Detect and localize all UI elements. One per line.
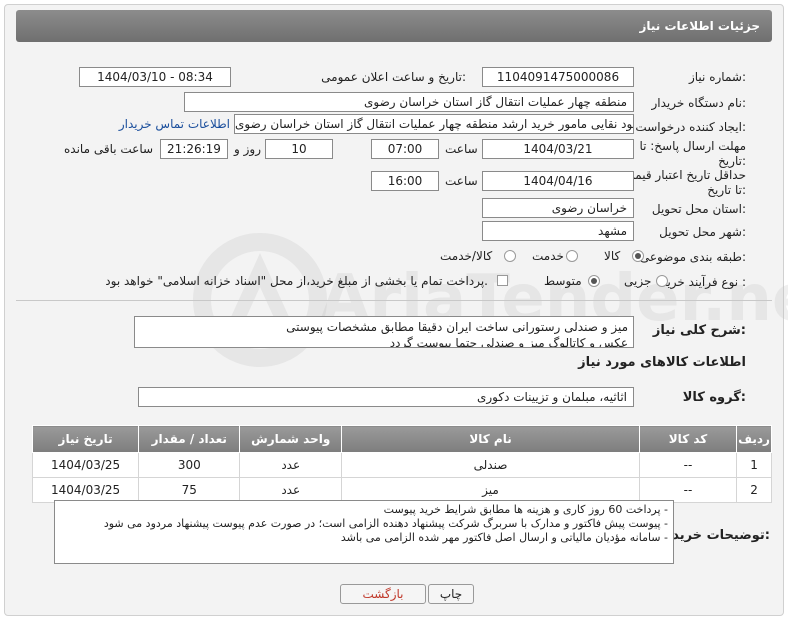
requester-field: محمود نقایی مامور خرید ارشد منطقه چهار ع… [234, 114, 634, 134]
col-header-date: تاریخ نیاز [31, 425, 140, 453]
process-option-medium: متوسط [544, 274, 582, 288]
description-label: شرح کلی نیاز: [652, 323, 746, 338]
buyer-notes-line-1: - پرداخت 60 روز کاری و هزینه ها مطابق شر… [383, 503, 668, 516]
back-button[interactable]: بازگشت [340, 584, 426, 604]
buyer-org-field: منطقه چهار عملیات انتقال گاز استان خراسا… [184, 92, 634, 112]
days-field: 10 [265, 139, 333, 159]
cell-qty: 300 [138, 452, 241, 478]
col-header-qty: تعداد / مقدار [138, 425, 241, 453]
announce-label: تاریخ و ساعت اعلان عمومی: [321, 70, 466, 84]
print-button[interactable]: چاپ [428, 584, 474, 604]
buyer-notes-line-2: - پیوست پیش فاکتور و مدارک با سربرگ شرکت… [103, 517, 668, 530]
payment-note: پرداخت تمام یا بخشی از مبلغ خرید،از محل … [105, 274, 488, 288]
buyer-notes-label: توضیحات خریدار: [660, 528, 770, 543]
table-row: 2 -- میز عدد 75 1404/03/25 [31, 477, 772, 503]
requester-label: ایجاد کننده درخواست: [635, 120, 746, 134]
description-textarea[interactable]: میز و صندلی رستورانی ساخت ایران دقیقا مط… [134, 316, 634, 348]
table-header-row: ردیف کد کالا نام کالا واحد شمارش تعداد /… [31, 425, 772, 453]
contact-info-link[interactable]: اطلاعات تماس خریدار [119, 117, 230, 131]
validity-time-label: ساعت [445, 174, 478, 188]
col-header-unit: واحد شمارش [239, 425, 343, 453]
goods-section-title: اطلاعات کالاهای مورد نیاز [578, 355, 746, 370]
cell-row: 2 [736, 477, 772, 503]
col-header-code: کد کالا [638, 425, 738, 453]
validity-time-field: 16:00 [371, 171, 439, 191]
deadline-time-field: 07:00 [371, 139, 439, 159]
col-header-name: نام کالا [341, 425, 640, 453]
process-label: نوع فرآیند خرید : [661, 275, 746, 289]
buyer-org-label: نام دستگاه خریدار: [651, 96, 747, 110]
announce-field: 1404/03/10 - 08:34 [79, 67, 231, 87]
buyer-notes-line-3: - سامانه مؤدیان مالیاتی و ارسال اصل فاکت… [340, 531, 668, 544]
process-radio-minor[interactable] [656, 275, 668, 287]
cell-code: -- [638, 477, 738, 503]
need-number-field: 1104091475000086 [482, 67, 634, 87]
buyer-notes-textarea[interactable]: - پرداخت 60 روز کاری و هزینه ها مطابق شر… [54, 500, 674, 564]
divider [16, 300, 772, 301]
col-header-row: ردیف [736, 425, 772, 453]
table-row: 1 -- صندلی عدد 300 1404/03/25 [31, 452, 772, 478]
goods-table: ردیف کد کالا نام کالا واحد شمارش تعداد /… [31, 425, 772, 503]
category-option-both: کالا/خدمت [440, 249, 493, 263]
cell-name: میز [341, 477, 640, 503]
goods-group-field: اثاثیه، مبلمان و تزیینات دکوری [138, 387, 634, 407]
cell-qty: 75 [138, 477, 241, 503]
cell-unit: عدد [239, 477, 343, 503]
remaining-label: ساعت باقی مانده [64, 142, 154, 156]
description-line-2: عکس و کاتالوگ میز و صندلی حتما پیوست گرد… [389, 336, 628, 348]
validity-date-field: 1404/04/16 [482, 171, 634, 191]
page-header: جزئیات اطلاعات نیاز [16, 10, 772, 42]
process-option-minor: جزیی [624, 274, 652, 288]
remaining-time-field: 21:26:19 [160, 139, 228, 159]
watermark-logo [190, 230, 330, 373]
province-label: استان محل تحویل: [651, 202, 746, 216]
cell-code: -- [638, 452, 738, 478]
days-label: روز و [234, 142, 261, 156]
city-label: شهر محل تحویل: [659, 225, 746, 239]
need-number-label: شماره نیاز: [688, 70, 746, 84]
category-radio-service[interactable] [566, 250, 578, 262]
deadline-time-label: ساعت [445, 142, 478, 156]
province-field: خراسان رضوی [482, 198, 634, 218]
deadline-date-field: 1404/03/21 [482, 139, 634, 159]
cell-date: 1404/03/25 [31, 477, 140, 503]
treasury-checkbox[interactable] [497, 275, 508, 286]
category-option-service: خدمت [532, 249, 564, 263]
process-radio-medium[interactable] [588, 275, 600, 287]
validity-label: حداقل تاریخ اعتبار قیمت: تا تاریخ: [619, 168, 746, 197]
goods-group-label: گروه کالا: [682, 390, 746, 405]
description-line-1: میز و صندلی رستورانی ساخت ایران دقیقا مط… [286, 320, 628, 334]
cell-name: صندلی [341, 452, 640, 478]
category-radio-both[interactable] [504, 250, 516, 262]
cell-row: 1 [736, 452, 772, 478]
cell-date: 1404/03/25 [31, 452, 140, 478]
city-field: مشهد [482, 221, 634, 241]
deadline-label: مهلت ارسال پاسخ: تا تاریخ: [639, 139, 746, 168]
category-label: طبقه بندی موضوعی: [639, 250, 746, 264]
category-radio-goods[interactable] [632, 250, 644, 262]
category-option-goods: کالا [604, 249, 621, 263]
cell-unit: عدد [239, 452, 343, 478]
